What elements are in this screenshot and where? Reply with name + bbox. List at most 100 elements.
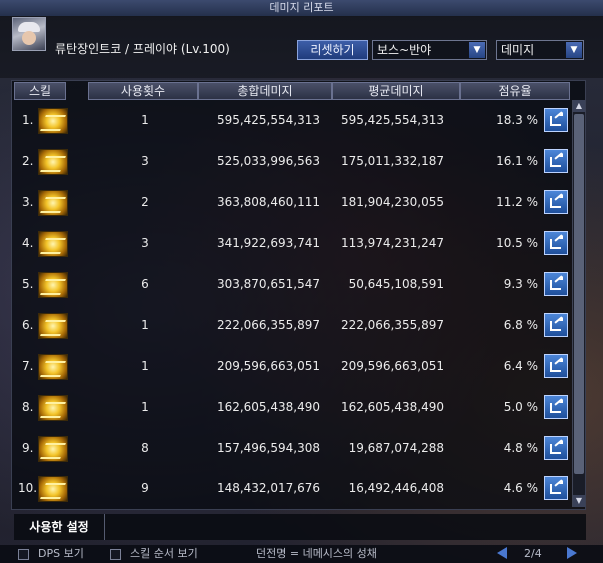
export-icon[interactable] (544, 354, 568, 378)
row-total-damage: 222,066,355,897 (216, 318, 320, 332)
skill-icon (38, 436, 68, 462)
row-rank: 10. (18, 481, 38, 495)
character-avatar (12, 17, 46, 51)
export-icon[interactable] (544, 476, 568, 500)
row-uses: 1 (141, 400, 149, 414)
skill-order-checkbox[interactable] (110, 549, 121, 560)
row-share: 6.4 % (503, 359, 538, 373)
skill-icon (38, 272, 68, 298)
column-header-total[interactable]: 총합데미지 (198, 82, 332, 100)
row-total-damage: 162,605,438,490 (216, 400, 320, 414)
reset-button[interactable]: 리셋하기 (297, 40, 368, 60)
table-row: 10. 9 148,432,017,676 16,492,446,408 4.6… (14, 468, 570, 509)
row-average-damage: 162,605,438,490 (340, 400, 444, 414)
column-header-share[interactable]: 점유율 (460, 82, 570, 100)
row-total-damage: 157,496,594,308 (216, 441, 320, 455)
row-share: 10.5 % (496, 236, 538, 250)
table-row: 3. 2 363,808,460,111 181,904,230,055 11.… (14, 182, 570, 223)
row-share: 5.0 % (503, 400, 538, 414)
row-average-damage: 595,425,554,313 (340, 113, 444, 127)
row-average-damage: 209,596,663,051 (340, 359, 444, 373)
row-uses: 1 (141, 113, 149, 127)
character-name: 류탄장인트코 / 프레이야 (Lv.100) (55, 42, 230, 56)
row-average-damage: 16,492,446,408 (348, 481, 444, 495)
row-uses: 3 (141, 154, 149, 168)
row-average-damage: 181,904,230,055 (340, 195, 444, 209)
skill-icon (38, 149, 68, 175)
export-icon[interactable] (544, 272, 568, 296)
row-total-damage: 303,870,651,547 (216, 277, 320, 291)
row-total-damage: 525,033,996,563 (216, 154, 320, 168)
export-icon[interactable] (544, 190, 568, 214)
column-header-average[interactable]: 평균데미지 (332, 82, 460, 100)
boss-filter-value: 보스~반야 (377, 43, 432, 57)
table-row: 5. 6 303,870,651,547 50,645,108,591 9.3 … (14, 264, 570, 305)
column-header-skill[interactable]: 스킬 (14, 82, 66, 100)
row-uses: 8 (141, 441, 149, 455)
row-total-damage: 595,425,554,313 (216, 113, 320, 127)
skill-icon (38, 108, 68, 134)
skill-icon (38, 313, 68, 339)
table-row: 9. 8 157,496,594,308 19,687,074,288 4.8 … (14, 428, 570, 469)
row-uses: 1 (141, 359, 149, 373)
row-uses: 6 (141, 277, 149, 291)
skill-icon (38, 476, 68, 502)
table-row: 4. 3 341,922,693,741 113,974,231,247 10.… (14, 223, 570, 264)
used-settings-tab[interactable]: 사용한 설정 (14, 514, 105, 540)
export-icon[interactable] (544, 313, 568, 337)
table-row: 7. 1 209,596,663,051 209,596,663,051 6.4… (14, 346, 570, 387)
dps-view-checkbox[interactable] (18, 549, 29, 560)
row-average-damage: 50,645,108,591 (348, 277, 444, 291)
table-scrollbar[interactable]: ▲ ▼ (572, 100, 585, 507)
skill-order-label: 스킬 순서 보기 (130, 547, 198, 560)
row-uses: 1 (141, 318, 149, 332)
dps-view-label: DPS 보기 (38, 547, 84, 560)
row-share: 6.8 % (503, 318, 538, 332)
row-share: 11.2 % (496, 195, 538, 209)
metric-filter-value: 데미지 (501, 43, 535, 57)
export-icon[interactable] (544, 436, 568, 460)
export-icon[interactable] (544, 395, 568, 419)
column-header-uses[interactable]: 사용횟수 (88, 82, 198, 100)
skill-icon (38, 231, 68, 257)
row-average-damage: 222,066,355,897 (340, 318, 444, 332)
chevron-down-icon[interactable]: ▼ (566, 42, 582, 58)
row-share: 4.8 % (503, 441, 538, 455)
row-share: 4.6 % (503, 481, 538, 495)
row-average-damage: 113,974,231,247 (340, 236, 444, 250)
metric-filter-dropdown[interactable]: 데미지 ▼ (496, 40, 584, 60)
scroll-thumb[interactable] (574, 114, 584, 474)
chevron-down-icon[interactable]: ▼ (469, 42, 485, 58)
boss-filter-dropdown[interactable]: 보스~반야 ▼ (372, 40, 487, 60)
table-row: 8. 1 162,605,438,490 162,605,438,490 5.0… (14, 387, 570, 428)
row-share: 16.1 % (496, 154, 538, 168)
row-share: 18.3 % (496, 113, 538, 127)
table-row: 1. 1 595,425,554,313 595,425,554,313 18.… (14, 100, 570, 141)
page-indicator: 2/4 (524, 547, 542, 560)
row-total-damage: 148,432,017,676 (216, 481, 320, 495)
export-icon[interactable] (544, 108, 568, 132)
table-row: 6. 1 222,066,355,897 222,066,355,897 6.8… (14, 305, 570, 346)
skill-icon (38, 190, 68, 216)
table-row: 2. 3 525,033,996,563 175,011,332,187 16.… (14, 141, 570, 182)
row-uses: 3 (141, 236, 149, 250)
row-average-damage: 175,011,332,187 (340, 154, 444, 168)
scroll-up-icon[interactable]: ▲ (573, 100, 585, 112)
row-average-damage: 19,687,074,288 (348, 441, 444, 455)
row-uses: 9 (141, 481, 149, 495)
row-total-damage: 363,808,460,111 (216, 195, 320, 209)
dungeon-name: 던전명 = 네메시스의 성채 (256, 547, 377, 560)
page-next-icon[interactable] (567, 547, 577, 559)
skill-icon (38, 354, 68, 380)
row-share: 9.3 % (503, 277, 538, 291)
export-icon[interactable] (544, 231, 568, 255)
window-title: 데미지 리포트 (0, 0, 603, 17)
skill-icon (38, 395, 68, 421)
page-prev-icon[interactable] (497, 547, 507, 559)
row-uses: 2 (141, 195, 149, 209)
row-total-damage: 209,596,663,051 (216, 359, 320, 373)
row-total-damage: 341,922,693,741 (216, 236, 320, 250)
footer-bar: DPS 보기 스킬 순서 보기 던전명 = 네메시스의 성채 2/4 (0, 545, 603, 563)
export-icon[interactable] (544, 149, 568, 173)
scroll-down-icon[interactable]: ▼ (573, 495, 585, 507)
